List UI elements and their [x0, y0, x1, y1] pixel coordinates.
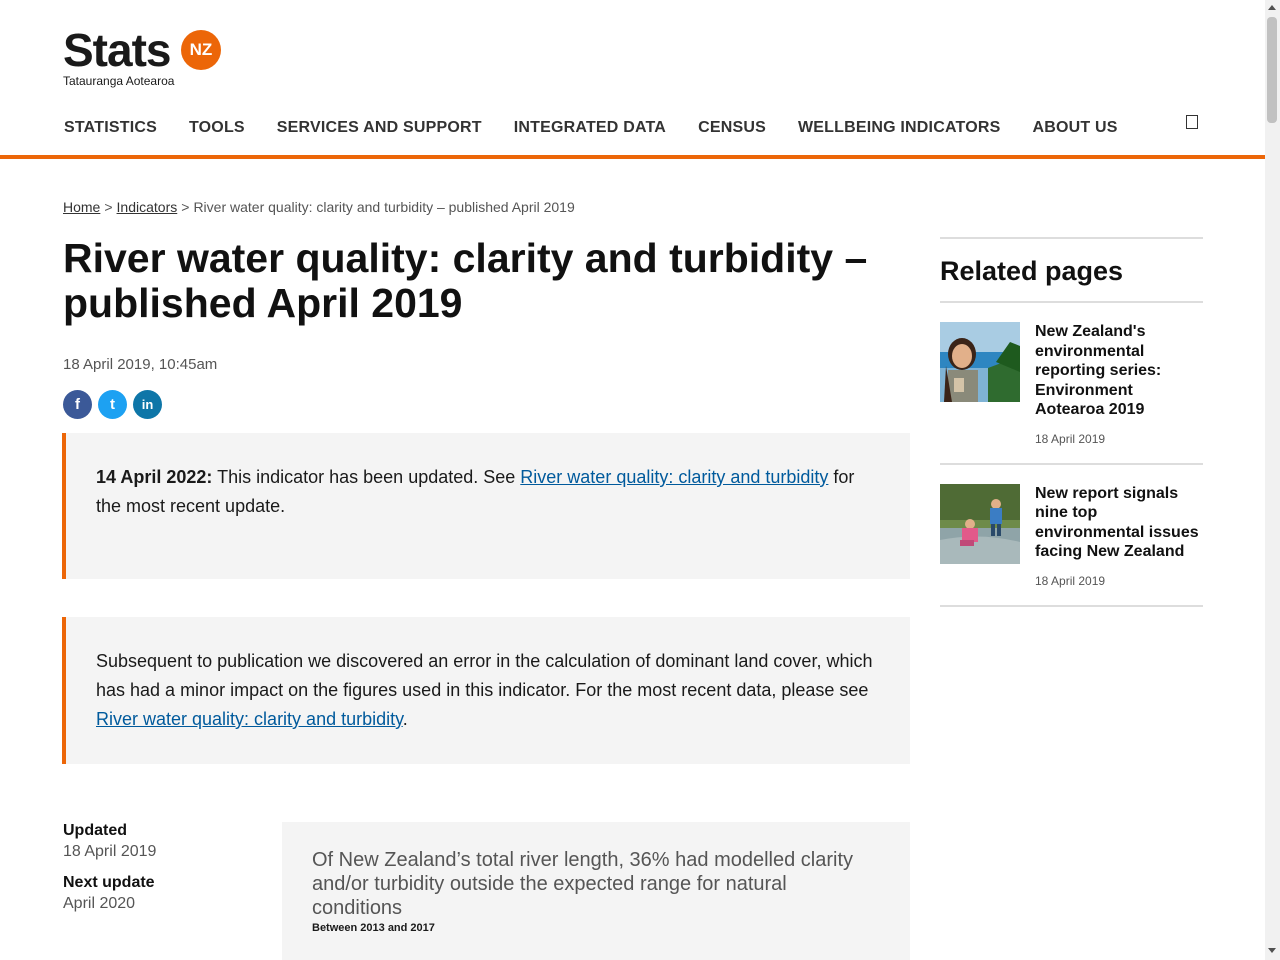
- error-notice-text: Subsequent to publication we discovered …: [96, 651, 873, 700]
- page-scrollbar[interactable]: [1265, 0, 1280, 960]
- sidebar-divider: [940, 604, 1203, 607]
- logo-nz-badge: NZ: [181, 30, 221, 70]
- nav-item-tools[interactable]: TOOLS: [173, 110, 261, 146]
- error-notice-text-end: .: [402, 709, 408, 729]
- key-finding-box: Of New Zealand’s total river length, 36%…: [282, 822, 910, 960]
- scroll-down-icon[interactable]: [1268, 948, 1276, 953]
- next-update-value: April 2020: [63, 895, 136, 912]
- related-pages-sidebar: Related pages New Zealand's environmenta…: [940, 237, 1203, 607]
- logo-subtitle: Tatauranga Aotearoa: [63, 74, 175, 88]
- error-notice: Subsequent to publication we discovered …: [62, 617, 910, 764]
- breadcrumb-indicators[interactable]: Indicators: [117, 199, 178, 215]
- update-notice: 14 April 2022: This indicator has been u…: [62, 433, 910, 579]
- related-page-thumbnail-river[interactable]: [940, 483, 1020, 564]
- menu-toggle-icon[interactable]: [1186, 115, 1198, 129]
- breadcrumb-home[interactable]: Home: [63, 199, 100, 215]
- updated-label: Updated: [63, 822, 127, 839]
- sidebar-divider: [940, 237, 1203, 239]
- breadcrumb-separator: >: [104, 199, 113, 215]
- stats-nz-logo[interactable]: Stats NZ Tatauranga Aotearoa: [63, 26, 233, 90]
- next-update-label: Next update: [63, 874, 155, 891]
- logo-wordmark: Stats: [63, 24, 171, 76]
- related-page-thumbnail-girl[interactable]: [940, 322, 1020, 402]
- key-finding-text: Of New Zealand’s total river length, 36%…: [312, 849, 854, 919]
- nav-item-about-us[interactable]: ABOUT US: [1016, 110, 1133, 146]
- linkedin-icon[interactable]: in: [133, 390, 162, 419]
- main-nav: STATISTICS TOOLS SERVICES AND SUPPORT IN…: [48, 110, 1134, 146]
- related-page-item[interactable]: New Zealand's environmental reporting se…: [940, 303, 1203, 463]
- related-page-date: 18 April 2019: [1035, 573, 1106, 588]
- related-page-title[interactable]: New report signals nine top environmenta…: [1035, 484, 1203, 562]
- notice-date: 14 April 2022:: [96, 467, 213, 487]
- related-page-item[interactable]: New report signals nine top environmenta…: [940, 462, 1203, 605]
- related-page-date: 18 April 2019: [1035, 431, 1106, 446]
- scroll-thumb[interactable]: [1267, 17, 1277, 123]
- update-metadata: Updated 18 April 2019 Next update April …: [63, 821, 263, 925]
- twitter-icon[interactable]: t: [98, 390, 127, 419]
- publish-timestamp: 18 April 2019, 10:45am: [63, 356, 218, 373]
- updated-value: 18 April 2019: [63, 843, 157, 860]
- notice-text: This indicator has been updated. See: [212, 467, 521, 487]
- error-notice-link[interactable]: River water quality: clarity and turbidi…: [96, 709, 403, 729]
- header-divider: [0, 155, 1265, 159]
- related-page-title[interactable]: New Zealand's environmental reporting se…: [1035, 322, 1203, 420]
- nav-item-statistics[interactable]: STATISTICS: [48, 110, 173, 146]
- notice-update-link[interactable]: River water quality: clarity and turbidi…: [520, 467, 828, 487]
- social-share: f t in: [63, 390, 162, 419]
- related-pages-heading: Related pages: [940, 256, 1124, 286]
- scroll-up-icon[interactable]: [1268, 5, 1276, 10]
- key-finding-period: Between 2013 and 2017: [312, 922, 435, 934]
- facebook-icon[interactable]: f: [63, 390, 92, 419]
- nav-item-integrated-data[interactable]: INTEGRATED DATA: [498, 110, 682, 146]
- breadcrumb: Home > Indicators > River water quality: cla…: [63, 199, 575, 215]
- breadcrumb-separator: >: [181, 199, 190, 215]
- breadcrumb-current: River water quality: clarity and turbidi…: [193, 199, 575, 215]
- nav-item-wellbeing-indicators[interactable]: WELLBEING INDICATORS: [782, 110, 1017, 146]
- nav-item-services-and-support[interactable]: SERVICES AND SUPPORT: [261, 110, 498, 146]
- page-title: River water quality: clarity and turbidi…: [63, 235, 868, 326]
- nav-item-census[interactable]: CENSUS: [682, 110, 782, 146]
